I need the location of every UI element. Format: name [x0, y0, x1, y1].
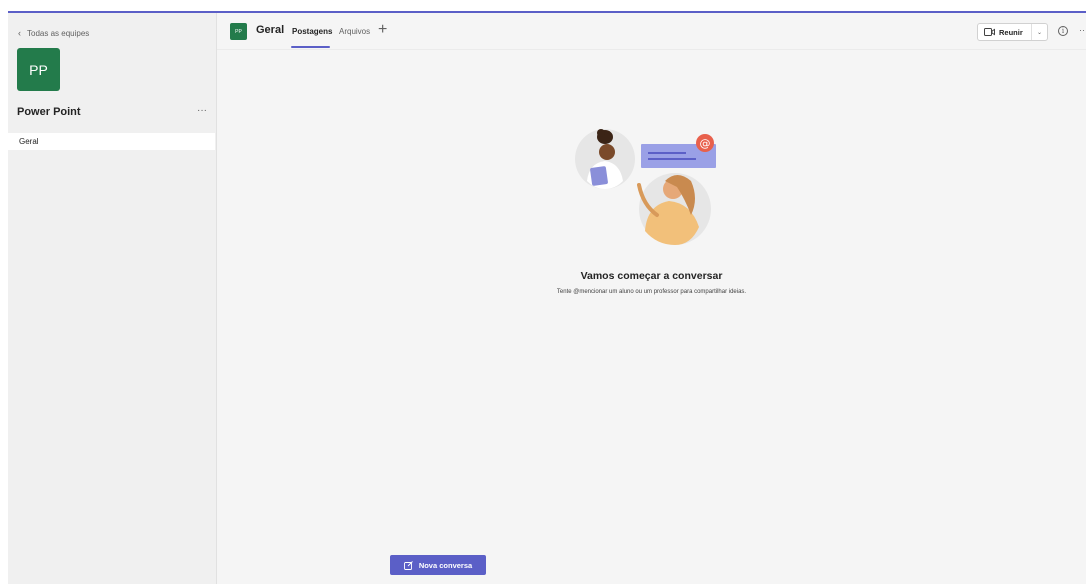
- new-conversation-button[interactable]: Nova conversa: [390, 555, 486, 575]
- team-avatar: PP: [17, 48, 60, 91]
- channel-title: Geral: [256, 24, 285, 36]
- empty-state-title: Vamos começar a conversar: [580, 270, 723, 282]
- more-options-icon[interactable]: ···: [1079, 25, 1086, 35]
- tab-files[interactable]: Arquivos: [339, 27, 370, 36]
- team-sidebar: ‹ Todas as equipes PP Power Point ··· Ge…: [8, 13, 217, 584]
- team-name: Power Point: [17, 106, 81, 118]
- conversation-illustration: @: [575, 129, 716, 245]
- channel-item-geral[interactable]: Geral: [8, 133, 215, 150]
- add-tab-button[interactable]: +: [378, 21, 387, 39]
- new-conversation-label: Nova conversa: [418, 560, 473, 570]
- channel-header: PP Geral Postagens Arquivos + Reunir ⌄ i…: [217, 13, 1086, 50]
- tab-posts[interactable]: Postagens: [292, 27, 332, 36]
- compose-icon: [403, 560, 413, 570]
- all-teams-label: Todas as equipes: [27, 28, 90, 38]
- all-teams-link[interactable]: ‹ Todas as equipes: [18, 26, 89, 40]
- chevron-down-icon[interactable]: ⌄: [1032, 29, 1047, 36]
- info-icon[interactable]: i: [1058, 26, 1068, 36]
- meet-label: Reunir: [999, 27, 1023, 37]
- empty-state-subtitle: Tente @mencionar um aluno ou um professo…: [556, 289, 747, 295]
- channel-item-label: Geral: [19, 137, 39, 146]
- active-tab-indicator: [291, 46, 330, 48]
- channel-main: PP Geral Postagens Arquivos + Reunir ⌄ i…: [217, 13, 1086, 584]
- chevron-left-icon: ‹: [18, 28, 21, 38]
- meet-button[interactable]: Reunir ⌄: [977, 23, 1048, 41]
- team-more-options-icon[interactable]: ···: [197, 105, 207, 116]
- video-camera-icon: [984, 28, 995, 36]
- svg-text:@: @: [700, 137, 711, 150]
- meet-now-button[interactable]: Reunir: [978, 24, 1032, 40]
- channel-avatar: PP: [230, 23, 247, 40]
